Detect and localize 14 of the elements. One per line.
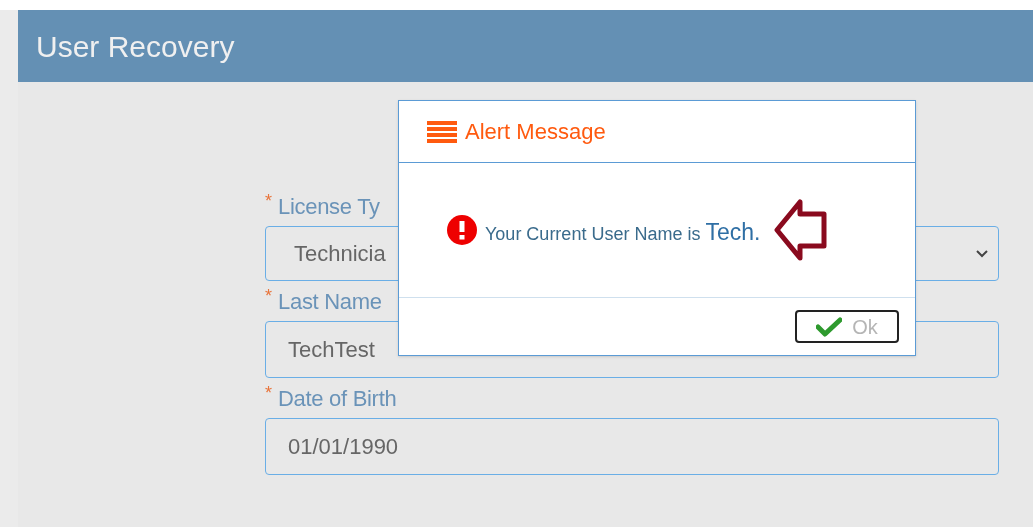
panel-title: User Recovery — [36, 28, 235, 65]
exclamation-icon — [447, 215, 477, 245]
field-label: Date of Birth — [278, 386, 397, 412]
field-label: Last Name — [278, 289, 382, 315]
field-label: License Ty — [278, 194, 380, 220]
required-mark: * — [265, 287, 272, 305]
chevron-down-icon — [976, 249, 988, 258]
checkmark-icon — [816, 316, 843, 337]
required-mark: * — [265, 192, 272, 210]
alert-message: Your Current User Name is Tech. — [485, 217, 761, 247]
required-mark: * — [265, 384, 272, 402]
text-input[interactable]: 01/01/1990 — [265, 418, 999, 475]
menu-icon — [427, 120, 457, 143]
dialog-title: Alert Message — [465, 118, 606, 146]
